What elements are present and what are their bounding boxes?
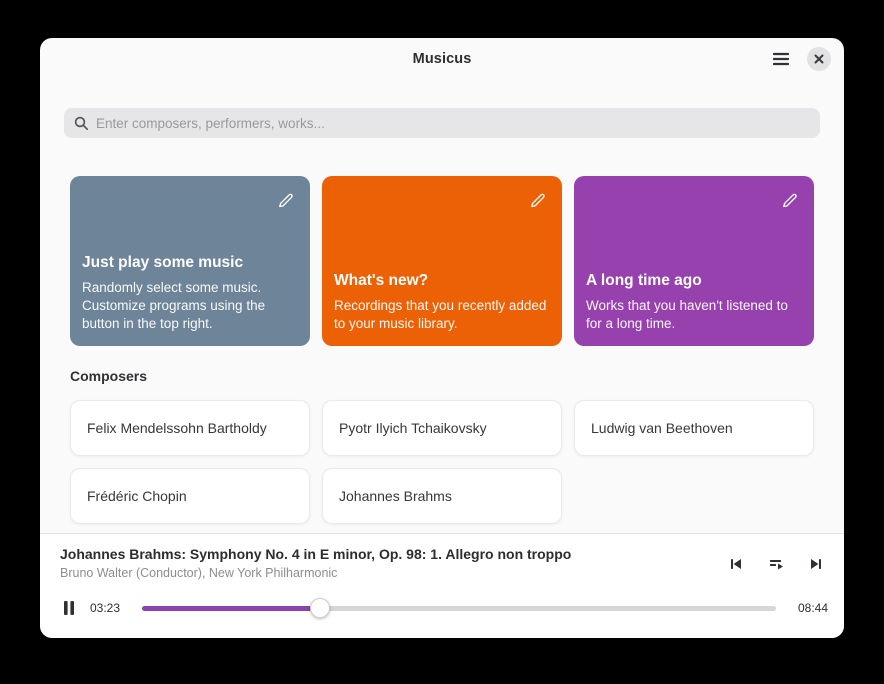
header-actions (767, 38, 831, 80)
pencil-icon (780, 192, 798, 210)
composers-list: Felix Mendelssohn Bartholdy Pyotr Ilyich… (70, 400, 814, 524)
program-description: Recordings that you recently added to yo… (334, 297, 550, 333)
total-duration: 08:44 (794, 601, 828, 615)
program-cards: Just play some music Randomly select som… (70, 176, 814, 346)
skip-forward-icon (808, 556, 824, 572)
elapsed-time: 03:23 (90, 601, 124, 615)
seek-slider[interactable] (142, 598, 776, 618)
program-title: Just play some music (82, 254, 298, 272)
pause-icon (62, 600, 76, 616)
seek-handle[interactable] (310, 598, 330, 618)
header-bar: Musicus (40, 38, 844, 80)
playback-row: 03:23 08:44 (56, 590, 828, 626)
program-card-just-play[interactable]: Just play some music Randomly select som… (70, 176, 310, 346)
next-track-button[interactable] (802, 550, 830, 578)
now-playing-info[interactable]: Johannes Brahms: Symphony No. 4 in E min… (60, 546, 704, 580)
search-icon (74, 116, 89, 131)
composer-item-brahms[interactable]: Johannes Brahms (322, 468, 562, 524)
desktop-background: Musicus (0, 0, 884, 684)
program-title: A long time ago (586, 272, 802, 290)
edit-program-button[interactable] (522, 186, 552, 216)
now-playing-title: Johannes Brahms: Symphony No. 4 in E min… (60, 546, 704, 562)
app-window: Musicus (40, 38, 844, 638)
window-title: Musicus (413, 51, 472, 67)
composers-heading: Composers (70, 368, 147, 384)
pencil-icon (276, 192, 294, 210)
composer-item-tchaikovsky[interactable]: Pyotr Ilyich Tchaikovsky (322, 400, 562, 456)
composer-item-mendelssohn[interactable]: Felix Mendelssohn Bartholdy (70, 400, 310, 456)
edit-program-button[interactable] (774, 186, 804, 216)
program-description: Works that you haven't listened to for a… (586, 297, 802, 333)
close-icon (814, 54, 824, 64)
search-input[interactable] (96, 116, 810, 131)
now-playing-performers: Bruno Walter (Conductor), New York Philh… (60, 566, 704, 580)
program-description: Randomly select some music. Customize pr… (82, 279, 298, 333)
playlist-button[interactable] (762, 550, 790, 578)
hamburger-menu-icon (773, 52, 789, 66)
program-card-long-time-ago[interactable]: A long time ago Works that you haven't l… (574, 176, 814, 346)
seek-progress (142, 606, 320, 611)
playlist-icon (768, 556, 784, 572)
player-controls (722, 550, 830, 578)
pencil-icon (528, 192, 546, 210)
main-menu-button[interactable] (767, 45, 795, 73)
search-bar (64, 108, 820, 138)
program-card-whats-new[interactable]: What's new? Recordings that you recently… (322, 176, 562, 346)
edit-program-button[interactable] (270, 186, 300, 216)
composer-item-chopin[interactable]: Frédéric Chopin (70, 468, 310, 524)
pause-button[interactable] (56, 594, 82, 622)
composer-item-beethoven[interactable]: Ludwig van Beethoven (574, 400, 814, 456)
skip-backward-icon (728, 556, 744, 572)
program-title: What's new? (334, 272, 550, 290)
previous-track-button[interactable] (722, 550, 750, 578)
player-bar: Johannes Brahms: Symphony No. 4 in E min… (40, 533, 844, 638)
close-window-button[interactable] (807, 47, 831, 71)
